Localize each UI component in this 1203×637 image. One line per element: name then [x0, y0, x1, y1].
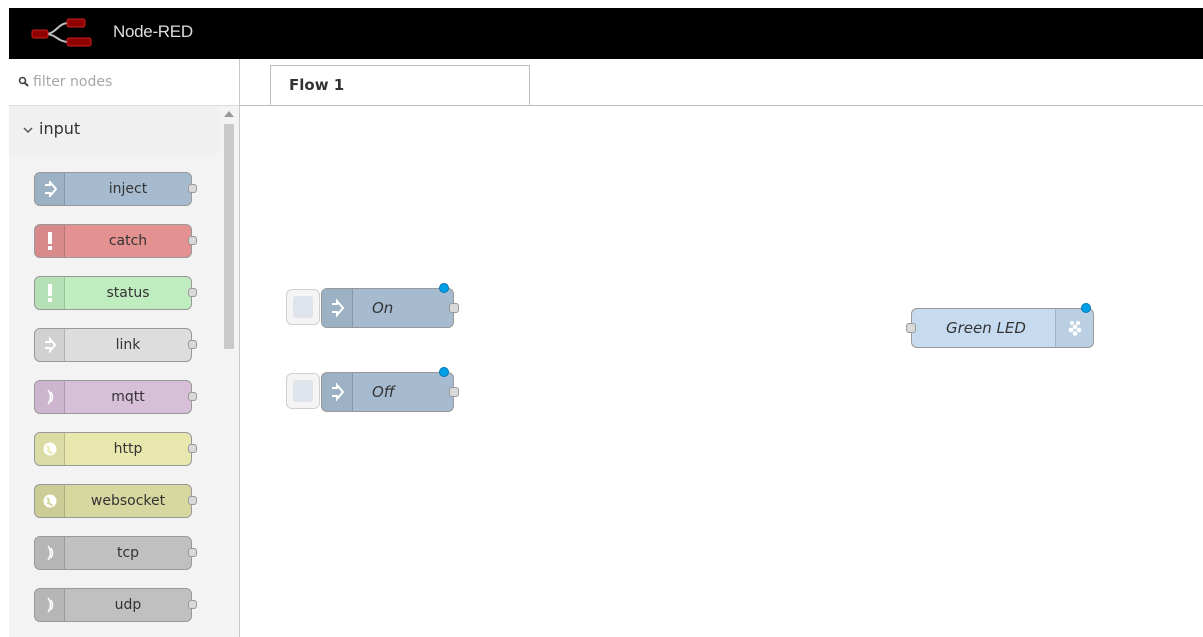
- node-label: On: [372, 299, 394, 317]
- output-port[interactable]: [188, 548, 197, 557]
- exclamation-icon: [35, 225, 65, 257]
- changed-indicator: [1081, 303, 1091, 313]
- palette-category-input[interactable]: input: [9, 106, 219, 154]
- flow-node-off[interactable]: Off: [321, 367, 459, 412]
- node-red-logo-icon: [31, 18, 92, 47]
- arrow-in-icon: [322, 373, 353, 411]
- filter-nodes-input[interactable]: [29, 70, 232, 94]
- output-port[interactable]: [188, 340, 197, 349]
- palette-node-label: udp: [114, 597, 142, 613]
- palette-node-label: inject: [108, 181, 148, 197]
- output-port[interactable]: [188, 392, 197, 401]
- palette-filter: [9, 59, 239, 106]
- exclamation-icon: [35, 277, 65, 309]
- node-palette: input inject catch status: [9, 59, 240, 637]
- input-port[interactable]: [906, 323, 916, 333]
- palette-node-label: catch: [108, 233, 148, 249]
- output-port[interactable]: [188, 236, 197, 245]
- flow-workspace[interactable]: Flow 1 On Off Green LED: [240, 59, 1203, 637]
- globe-icon: [35, 485, 65, 517]
- workspace-tabs: Flow 1: [240, 59, 1203, 106]
- palette-node-udp[interactable]: udp: [34, 588, 197, 622]
- globe-icon: [35, 433, 65, 465]
- changed-indicator: [439, 367, 449, 377]
- palette-scrollbar[interactable]: [221, 106, 237, 637]
- output-port[interactable]: [188, 184, 197, 193]
- chevron-down-icon: [23, 127, 33, 134]
- node-label: Off: [372, 383, 395, 401]
- palette-node-tcp[interactable]: tcp: [34, 536, 197, 570]
- inject-trigger-button[interactable]: [286, 289, 320, 325]
- inject-button-face: [293, 380, 313, 402]
- bridge-icon: [35, 381, 65, 413]
- palette-node-catch[interactable]: catch: [34, 224, 197, 258]
- output-port[interactable]: [188, 288, 197, 297]
- palette-node-inject[interactable]: inject: [34, 172, 197, 206]
- palette-node-link[interactable]: link: [34, 328, 197, 362]
- palette-node-label: tcp: [116, 545, 140, 561]
- arrow-in-icon: [322, 289, 353, 327]
- palette-node-label: link: [115, 337, 141, 353]
- tab-flow-1[interactable]: Flow 1: [270, 65, 530, 105]
- palette-node-websocket[interactable]: websocket: [34, 484, 197, 518]
- output-port[interactable]: [449, 303, 459, 313]
- flow-node-on[interactable]: On: [321, 283, 459, 328]
- palette-node-mqtt[interactable]: mqtt: [34, 380, 197, 414]
- scrollbar-thumb[interactable]: [224, 124, 234, 349]
- output-port[interactable]: [188, 496, 197, 505]
- palette-node-label: mqtt: [111, 389, 145, 405]
- output-port[interactable]: [449, 387, 459, 397]
- bridge-icon: [35, 537, 65, 569]
- palette-node-http[interactable]: http: [34, 432, 197, 466]
- output-port[interactable]: [188, 444, 197, 453]
- node-label: Green LED: [946, 319, 1026, 337]
- output-port[interactable]: [188, 600, 197, 609]
- scroll-up-icon[interactable]: [224, 111, 234, 117]
- tab-label: Flow 1: [289, 76, 345, 94]
- flow-node-green-led[interactable]: Green LED: [906, 303, 1094, 348]
- inject-button-face: [293, 296, 313, 318]
- search-icon: [18, 76, 29, 87]
- bridge-icon: [35, 589, 65, 621]
- palette-node-status[interactable]: status: [34, 276, 197, 310]
- category-label: input: [39, 119, 81, 138]
- changed-indicator: [439, 283, 449, 293]
- raspberry-pi-icon: [1055, 309, 1093, 347]
- palette-node-label: status: [106, 285, 150, 301]
- palette-node-label: websocket: [90, 493, 166, 509]
- arrow-in-icon: [35, 173, 65, 205]
- inject-trigger-button[interactable]: [286, 373, 320, 409]
- app-title: Node-RED: [113, 22, 193, 41]
- palette-category-body: inject catch status link mqtt http webso…: [9, 154, 221, 637]
- app-header: Node-RED: [9, 8, 1203, 59]
- link-icon: [35, 329, 65, 361]
- palette-node-label: http: [113, 441, 143, 457]
